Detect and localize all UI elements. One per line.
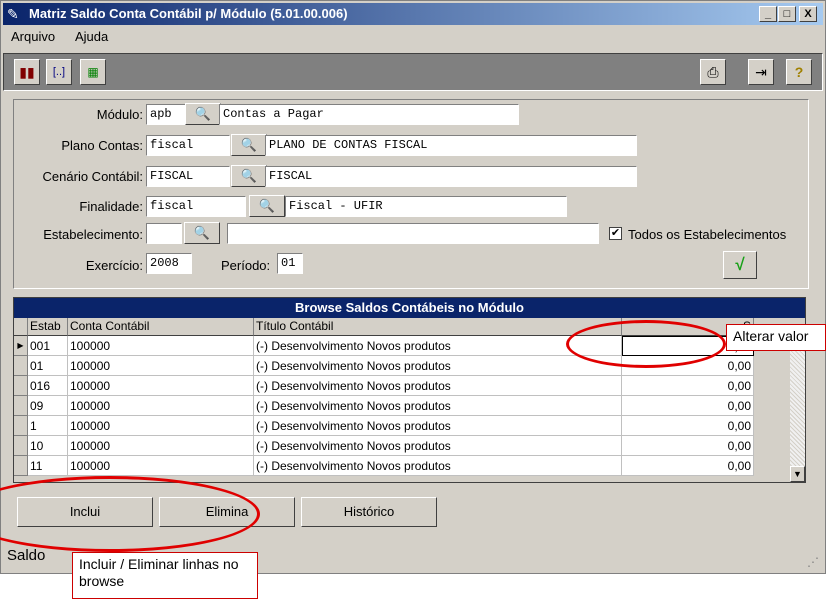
zoom-icon[interactable]: [..]	[46, 59, 72, 85]
toolbar: ▮▮ [..] ▦ ⎙ ⇥ ?	[3, 53, 823, 91]
cell-estab[interactable]: 09	[28, 396, 68, 416]
cell-estab[interactable]: 11	[28, 456, 68, 476]
highlight-ellipse	[566, 320, 726, 368]
row-selector[interactable]	[14, 456, 28, 476]
browse-title: Browse Saldos Contábeis no Módulo	[14, 298, 805, 318]
resize-grip-icon[interactable]: ⋰	[807, 555, 819, 569]
books-icon[interactable]: ▮▮	[14, 59, 40, 85]
status-text: Saldo	[7, 547, 46, 564]
cell-estab[interactable]: 01	[28, 356, 68, 376]
cell-conta[interactable]: 100000	[68, 436, 254, 456]
modulo-code-field[interactable]: apb	[146, 104, 186, 125]
plano-search-icon[interactable]: 🔍	[231, 134, 267, 156]
plano-label: Plano Contas:	[61, 138, 143, 153]
cenario-search-icon[interactable]: 🔍	[231, 165, 267, 187]
modulo-desc-field: Contas a Pagar	[219, 104, 519, 125]
plano-desc-field: PLANO DE CONTAS FISCAL	[265, 135, 637, 156]
callout-incluir-eliminar: Incluir / Eliminar linhas no browse	[72, 552, 258, 599]
col-conta[interactable]: Conta Contábil	[68, 318, 254, 336]
cenario-desc-field: FISCAL	[265, 166, 637, 187]
cell-conta[interactable]: 100000	[68, 396, 254, 416]
cell-saldo[interactable]: 0,00	[622, 376, 754, 396]
cell-estab[interactable]: 016	[28, 376, 68, 396]
row-selector[interactable]	[14, 416, 28, 436]
exercicio-label: Exercício:	[85, 258, 143, 273]
estabelecimento-label: Estabelecimento:	[43, 227, 143, 242]
cell-titulo[interactable]: (-) Desenvolvimento Novos produtos	[254, 396, 622, 416]
app-icon: ✎	[7, 6, 19, 22]
cell-estab[interactable]: 1	[28, 416, 68, 436]
cell-titulo[interactable]: (-) Desenvolvimento Novos produtos	[254, 436, 622, 456]
col-titulo[interactable]: Título Contábil	[254, 318, 622, 336]
row-selector[interactable]	[14, 376, 28, 396]
maximize-button[interactable]: □	[778, 6, 796, 22]
menu-ajuda[interactable]: Ajuda	[75, 29, 108, 44]
exercicio-field[interactable]: 2008	[146, 253, 192, 274]
row-selector[interactable]	[14, 436, 28, 456]
title-bar: ✎ Matriz Saldo Conta Contábil p/ Módulo …	[3, 3, 823, 25]
row-selector[interactable]	[14, 356, 28, 376]
confirm-check-icon[interactable]: √	[723, 251, 757, 279]
historico-button[interactable]: Histórico	[301, 497, 437, 527]
grid-icon[interactable]: ▦	[80, 59, 106, 85]
cell-conta[interactable]: 100000	[68, 416, 254, 436]
cenario-code-field[interactable]: FISCAL	[146, 166, 230, 187]
cell-saldo[interactable]: 0,00	[622, 456, 754, 476]
window-title: Matriz Saldo Conta Contábil p/ Módulo (5…	[29, 6, 348, 21]
minimize-button[interactable]: _	[759, 6, 777, 22]
vertical-scrollbar[interactable]: ▼	[790, 336, 805, 482]
exit-icon[interactable]: ⇥	[748, 59, 774, 85]
periodo-label: Período:	[221, 258, 271, 273]
modulo-search-icon[interactable]: 🔍	[185, 103, 221, 125]
close-button[interactable]: X	[799, 6, 817, 22]
print-icon[interactable]: ⎙	[700, 59, 726, 85]
estabelecimento-code-field[interactable]	[146, 223, 182, 244]
cell-conta[interactable]: 100000	[68, 456, 254, 476]
cenario-label: Cenário Contábil:	[42, 169, 143, 184]
cell-saldo[interactable]: 0,00	[622, 436, 754, 456]
cell-saldo[interactable]: 0,00	[622, 416, 754, 436]
estabelecimento-search-icon[interactable]: 🔍	[184, 222, 220, 244]
modulo-label: Módulo:	[96, 107, 143, 122]
finalidade-code-field[interactable]: fiscal	[146, 196, 246, 217]
periodo-field[interactable]: 01	[277, 253, 303, 274]
cell-estab[interactable]: 001	[28, 336, 68, 356]
finalidade-search-icon[interactable]: 🔍	[249, 195, 285, 217]
row-selector[interactable]: ▶	[14, 336, 28, 356]
cell-saldo[interactable]: 0,00	[622, 396, 754, 416]
row-header-corner	[14, 318, 28, 336]
cell-titulo[interactable]: (-) Desenvolvimento Novos produtos	[254, 416, 622, 436]
menu-bar: Arquivo Ajuda	[3, 27, 823, 47]
finalidade-desc-field: Fiscal - UFIR	[285, 196, 567, 217]
cell-conta[interactable]: 100000	[68, 376, 254, 396]
col-estab[interactable]: Estab	[28, 318, 68, 336]
menu-arquivo[interactable]: Arquivo	[11, 29, 55, 44]
cell-conta[interactable]: 100000	[68, 356, 254, 376]
help-icon[interactable]: ?	[786, 59, 812, 85]
callout-alterar-valor: Alterar valor	[726, 324, 826, 351]
cell-titulo[interactable]: (-) Desenvolvimento Novos produtos	[254, 356, 622, 376]
todos-checkbox[interactable]: ✔	[609, 227, 622, 240]
finalidade-label: Finalidade:	[79, 199, 143, 214]
todos-label: Todos os Estabelecimentos	[628, 227, 787, 242]
cell-titulo[interactable]: (-) Desenvolvimento Novos produtos	[254, 376, 622, 396]
cell-titulo[interactable]: (-) Desenvolvimento Novos produtos	[254, 456, 622, 476]
scroll-down-icon[interactable]: ▼	[790, 466, 805, 482]
cell-estab[interactable]: 10	[28, 436, 68, 456]
cell-conta[interactable]: 100000	[68, 336, 254, 356]
row-selector[interactable]	[14, 396, 28, 416]
plano-code-field[interactable]: fiscal	[146, 135, 230, 156]
estabelecimento-desc-field	[227, 223, 599, 244]
